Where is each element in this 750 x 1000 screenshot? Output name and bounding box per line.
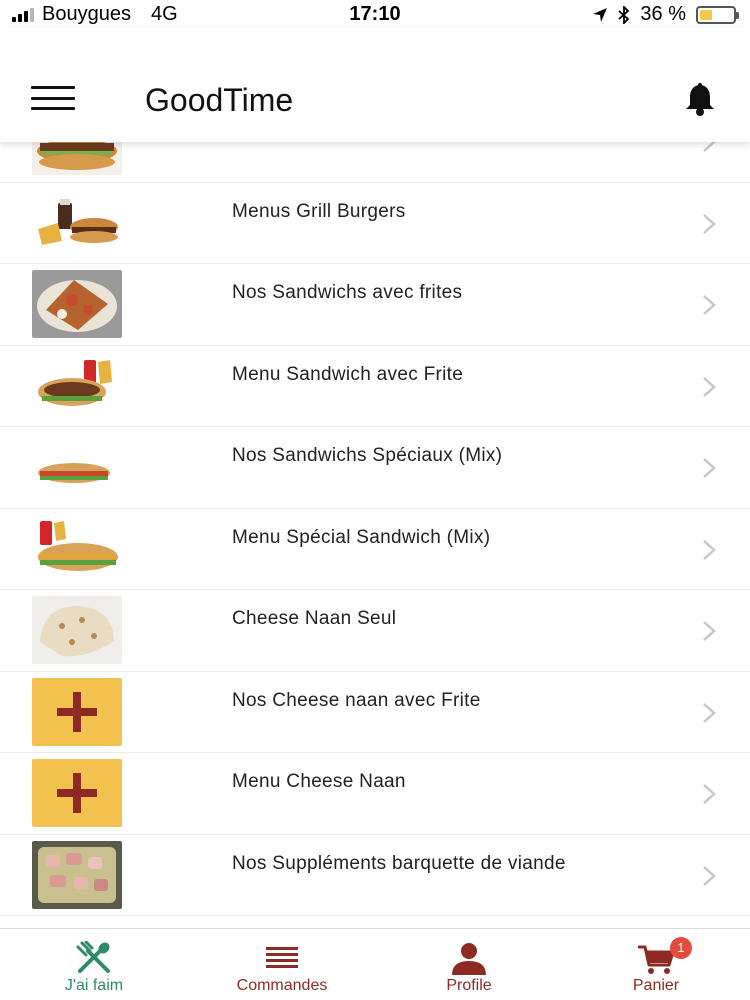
- app-header: GoodTime: [0, 28, 750, 142]
- list-item[interactable]: Nos Sandwichs Spéciaux (Mix): [0, 427, 750, 509]
- tab-jai-faim[interactable]: J'ai faim: [0, 929, 188, 1000]
- list-icon: [266, 947, 298, 968]
- tab-label: J'ai faim: [64, 977, 124, 994]
- status-bar: Bouygues 4G 17:10 36 %: [0, 0, 750, 28]
- list-item[interactable]: Menu Sandwich avec Frite: [0, 346, 750, 427]
- cart-badge: 1: [670, 937, 692, 959]
- battery-icon: [696, 5, 739, 24]
- special-sandwich-menu-photo: [32, 514, 122, 583]
- item-label: Menu Spécial Sandwich (Mix): [232, 526, 491, 548]
- list-item[interactable]: Cheese Naan Seul: [0, 590, 750, 672]
- item-label: Nos Sandwichs Spéciaux (Mix): [232, 445, 503, 466]
- meat-tray-photo: [32, 840, 122, 909]
- sandwich-menu-photo: [32, 351, 122, 420]
- cheese-naan-photo: [32, 596, 122, 664]
- chevron-right-icon: [703, 213, 716, 234]
- item-label: Nos Sandwichs avec frites: [232, 282, 463, 303]
- list-item[interactable]: Nos Sandwichs avec frites: [0, 264, 750, 346]
- list-item[interactable]: Menu Cheese Naan: [0, 753, 750, 835]
- burger-photo: [32, 142, 122, 175]
- status-right: 36 %: [592, 3, 739, 26]
- list-item[interactable]: Menu Spécial Sandwich (Mix): [0, 509, 750, 590]
- chevron-right-icon: [703, 295, 716, 315]
- menu-list: Menus Grill Burgers Nos Sandwichs avec f…: [0, 142, 750, 928]
- user-icon: [452, 943, 486, 975]
- bottom-tab-bar: J'ai faim Commandes Profile 1 Panier: [0, 928, 750, 1000]
- chevron-right-icon: [703, 621, 716, 641]
- fork-spoon-icon: [76, 941, 110, 973]
- sandwich-fries-photo: [32, 270, 122, 338]
- list-item[interactable]: [0, 142, 750, 183]
- item-label: Nos Cheese naan avec Frite: [232, 689, 481, 711]
- chevron-right-icon: [703, 702, 716, 723]
- item-label: Nos Suppléments barquette de viande: [232, 852, 566, 874]
- location-arrow-icon: [593, 7, 608, 22]
- chevron-right-icon: [703, 142, 716, 152]
- list-item[interactable]: Menus Grill Burgers: [0, 183, 750, 264]
- tab-label: Commandes: [236, 977, 328, 994]
- tab-label: Panier: [632, 977, 680, 994]
- item-label: Menu Cheese Naan: [232, 771, 406, 792]
- plus-placeholder-icon: [32, 677, 122, 746]
- bell-icon[interactable]: [682, 82, 718, 118]
- item-label: Menus Grill Burgers: [232, 200, 406, 222]
- chevron-right-icon: [703, 376, 716, 397]
- tab-panier[interactable]: 1 Panier: [562, 929, 750, 1000]
- item-label: Menu Sandwich avec Frite: [232, 363, 464, 385]
- tab-profile[interactable]: Profile: [375, 929, 563, 1000]
- chevron-right-icon: [703, 539, 716, 560]
- chevron-right-icon: [703, 784, 716, 804]
- battery-percent: 36 %: [640, 3, 686, 25]
- special-sandwich-photo: [32, 433, 122, 501]
- chevron-right-icon: [703, 458, 716, 478]
- chevron-right-icon: [703, 865, 716, 886]
- plus-placeholder-icon: [32, 759, 122, 827]
- list-item[interactable]: Nos Cheese naan avec Frite: [0, 672, 750, 753]
- tab-label: Profile: [446, 977, 492, 994]
- menu-icon[interactable]: [31, 86, 75, 110]
- bluetooth-icon: [618, 5, 630, 24]
- item-label: Cheese Naan Seul: [232, 608, 397, 629]
- tab-commandes[interactable]: Commandes: [188, 929, 376, 1000]
- burger-menu-photo: [32, 188, 122, 257]
- app-title: GoodTime: [145, 82, 294, 118]
- battery-level: [700, 9, 712, 20]
- list-item[interactable]: Nos Suppléments barquette de viande: [0, 835, 750, 916]
